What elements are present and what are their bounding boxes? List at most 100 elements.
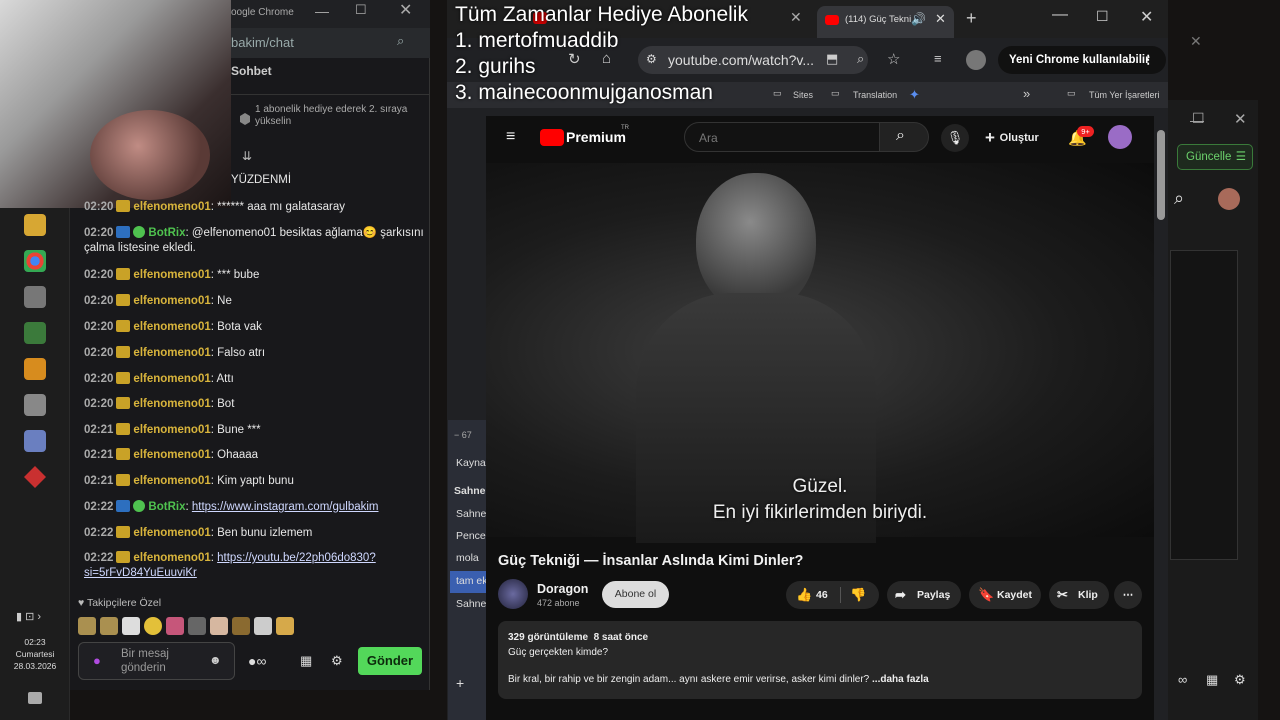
emote[interactable]: [166, 617, 184, 635]
points-icon[interactable]: ●∞: [248, 653, 266, 669]
message-username[interactable]: BotRix: [148, 501, 185, 513]
bluesky-icon[interactable]: ✦: [909, 87, 920, 103]
search-button[interactable]: ⌕: [879, 122, 929, 152]
emoji-icon[interactable]: ☻: [209, 653, 222, 667]
close-tab-icon[interactable]: ✕: [935, 11, 946, 27]
network-icon[interactable]: [24, 430, 46, 452]
points-icon[interactable]: ∞: [1178, 672, 1187, 687]
message-username[interactable]: elfenomeno01: [133, 373, 210, 385]
taskbar-clock[interactable]: 02:23 Cumartesi 28.03.2026: [0, 636, 70, 672]
add-icon[interactable]: +: [456, 675, 464, 691]
search-icon[interactable]: ⌕: [1174, 188, 1184, 209]
message-input[interactable]: ● Bir mesaj gönderin ☻: [78, 642, 235, 680]
obs-item[interactable]: Sahne: [456, 598, 486, 610]
emote[interactable]: [188, 617, 206, 635]
message-username[interactable]: BotRix: [148, 227, 185, 239]
hamburger-menu-icon[interactable]: ≡: [506, 128, 515, 146]
emote[interactable]: [122, 617, 140, 635]
emote[interactable]: [254, 617, 272, 635]
send-button[interactable]: Gönder: [358, 647, 422, 675]
collapse-icon[interactable]: ⇊: [242, 149, 252, 163]
media-icon[interactable]: ≡: [934, 51, 942, 66]
youtube-logo-icon[interactable]: [540, 129, 564, 146]
message-username[interactable]: elfenomeno01: [133, 269, 210, 281]
zoom-icon[interactable]: ⌕: [857, 51, 864, 67]
bookmark-sites[interactable]: Sites: [793, 90, 813, 100]
message-username[interactable]: elfenomeno01: [133, 321, 210, 333]
bookmark-all[interactable]: Tüm Yer İşaretleri: [1089, 90, 1160, 100]
obs-item[interactable]: mola: [456, 552, 479, 564]
more-bookmarks-icon[interactable]: »: [1023, 86, 1030, 101]
emote[interactable]: [210, 617, 228, 635]
install-icon[interactable]: ⬒: [826, 51, 838, 67]
notification-icon[interactable]: [28, 692, 42, 704]
avatar[interactable]: [1218, 188, 1240, 210]
youtube-logo-text[interactable]: Premium: [566, 129, 626, 145]
channel-name[interactable]: Doragon: [537, 582, 588, 596]
chat-address-bar[interactable]: bakim/chat ⌕: [231, 28, 430, 58]
sublime-icon[interactable]: [24, 358, 46, 380]
message-username[interactable]: elfenomeno01: [133, 552, 210, 564]
scrollbar[interactable]: [1157, 130, 1165, 220]
share-button[interactable]: ➦ Paylaş: [887, 581, 961, 609]
tray-icons[interactable]: ▮ ⊡ ›: [16, 610, 41, 623]
obs-item[interactable]: Kaynal: [456, 457, 488, 469]
message-link[interactable]: https://www.instagram.com/gulbakim: [192, 501, 379, 513]
chrome-icon[interactable]: [24, 250, 46, 272]
image-app-icon[interactable]: [24, 322, 46, 344]
message-username[interactable]: elfenomeno01: [133, 398, 210, 410]
message-username[interactable]: elfenomeno01: [133, 295, 210, 307]
chrome-update-button[interactable]: Yeni Chrome kullanılabilir ⋮: [998, 46, 1166, 74]
obs-item[interactable]: Pencer: [456, 530, 489, 542]
file-explorer-icon[interactable]: [24, 214, 46, 236]
emote[interactable]: [276, 617, 294, 635]
store-icon[interactable]: ▦: [300, 653, 312, 669]
store-icon[interactable]: ▦: [1206, 672, 1218, 688]
search-icon[interactable]: ⌕: [397, 33, 404, 49]
obs-item[interactable]: tam ek: [450, 571, 488, 593]
tab-active[interactable]: (114) Güç Tekni 🔊 ✕: [817, 6, 954, 38]
video-description[interactable]: 329 görüntüleme 8 saat önce Güç gerçekte…: [498, 621, 1142, 699]
bookmark-star-icon[interactable]: ☆: [887, 50, 900, 68]
profile-avatar[interactable]: [966, 50, 986, 70]
message-username[interactable]: elfenomeno01: [133, 347, 210, 359]
update-button[interactable]: Güncelle ☰: [1177, 144, 1253, 170]
bolt-icon[interactable]: [24, 466, 46, 488]
message-username[interactable]: elfenomeno01: [133, 527, 210, 539]
maximize-icon[interactable]: ☐: [1096, 8, 1109, 25]
tool-icon[interactable]: [24, 394, 46, 416]
clip-button[interactable]: ✂ Klip: [1049, 581, 1109, 609]
message-username[interactable]: elfenomeno01: [133, 475, 210, 487]
show-more-link[interactable]: ...daha fazla: [872, 674, 929, 685]
more-actions-button[interactable]: ⋯: [1114, 581, 1142, 609]
app-icon[interactable]: [24, 286, 46, 308]
account-avatar[interactable]: [1108, 125, 1132, 149]
new-tab-icon[interactable]: +: [966, 8, 977, 29]
settings-icon[interactable]: ⚙: [331, 653, 343, 669]
create-button[interactable]: + Oluştur: [985, 128, 1039, 148]
message-username[interactable]: elfenomeno01: [133, 424, 210, 436]
minimize-icon[interactable]: —: [315, 3, 329, 19]
subscribe-button[interactable]: Abone ol: [602, 581, 669, 608]
audio-icon[interactable]: 🔊: [911, 12, 926, 26]
maximize-icon[interactable]: ☐: [355, 2, 367, 18]
close-icon[interactable]: ✕: [399, 0, 412, 20]
emote[interactable]: [144, 617, 162, 635]
minimize-icon[interactable]: —: [1052, 6, 1068, 24]
settings-icon[interactable]: ⚙: [1234, 672, 1246, 688]
close-tab-icon[interactable]: ✕: [790, 9, 802, 26]
maximize-icon[interactable]: ☐: [1192, 110, 1205, 127]
save-button[interactable]: 🔖 Kaydet: [969, 581, 1041, 609]
message-username[interactable]: elfenomeno01: [133, 201, 210, 213]
message-username[interactable]: elfenomeno01: [133, 449, 210, 461]
menu-icon[interactable]: ⋮: [1143, 52, 1155, 66]
emote[interactable]: [78, 617, 96, 635]
dislike-button[interactable]: 👎: [850, 581, 866, 609]
mic-icon[interactable]: ●: [93, 653, 101, 668]
channel-avatar[interactable]: [498, 579, 528, 609]
bookmark-translation[interactable]: Translation: [853, 90, 897, 100]
obs-item[interactable]: Sahnel: [454, 485, 488, 497]
obs-item[interactable]: Sahne: [456, 508, 486, 520]
like-button[interactable]: 👍: [796, 581, 812, 609]
search-input[interactable]: Ara: [684, 122, 880, 152]
